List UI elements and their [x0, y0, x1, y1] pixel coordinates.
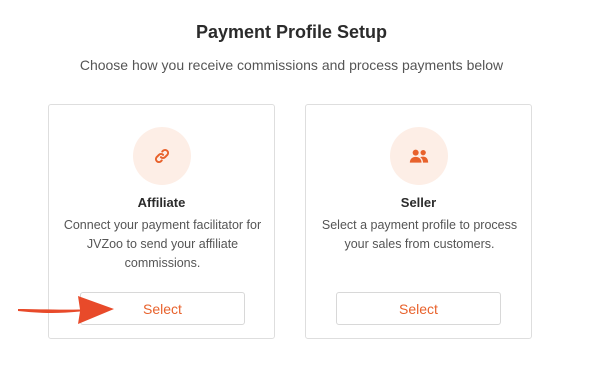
page-subtitle: Choose how you receive commissions and p… [79, 57, 504, 73]
affiliate-icon-badge [132, 127, 191, 185]
seller-icon-badge [389, 127, 448, 185]
seller-card: Seller Select a payment profile to proce… [305, 104, 532, 339]
affiliate-card-title: Affiliate [137, 195, 186, 210]
users-icon [409, 149, 428, 163]
page-title: Payment Profile Setup [195, 22, 388, 42]
seller-card-title: Seller [400, 195, 437, 210]
annotation-arrow-icon [18, 296, 114, 324]
payment-profile-page: Payment Profile Setup Choose how you rec… [0, 0, 595, 375]
affiliate-card-description: Connect your payment facilitator for JVZ… [63, 218, 262, 270]
link-icon [154, 148, 169, 164]
seller-card-description: Select a payment profile to process your… [321, 218, 518, 251]
seller-select-button[interactable]: Select [336, 292, 501, 325]
